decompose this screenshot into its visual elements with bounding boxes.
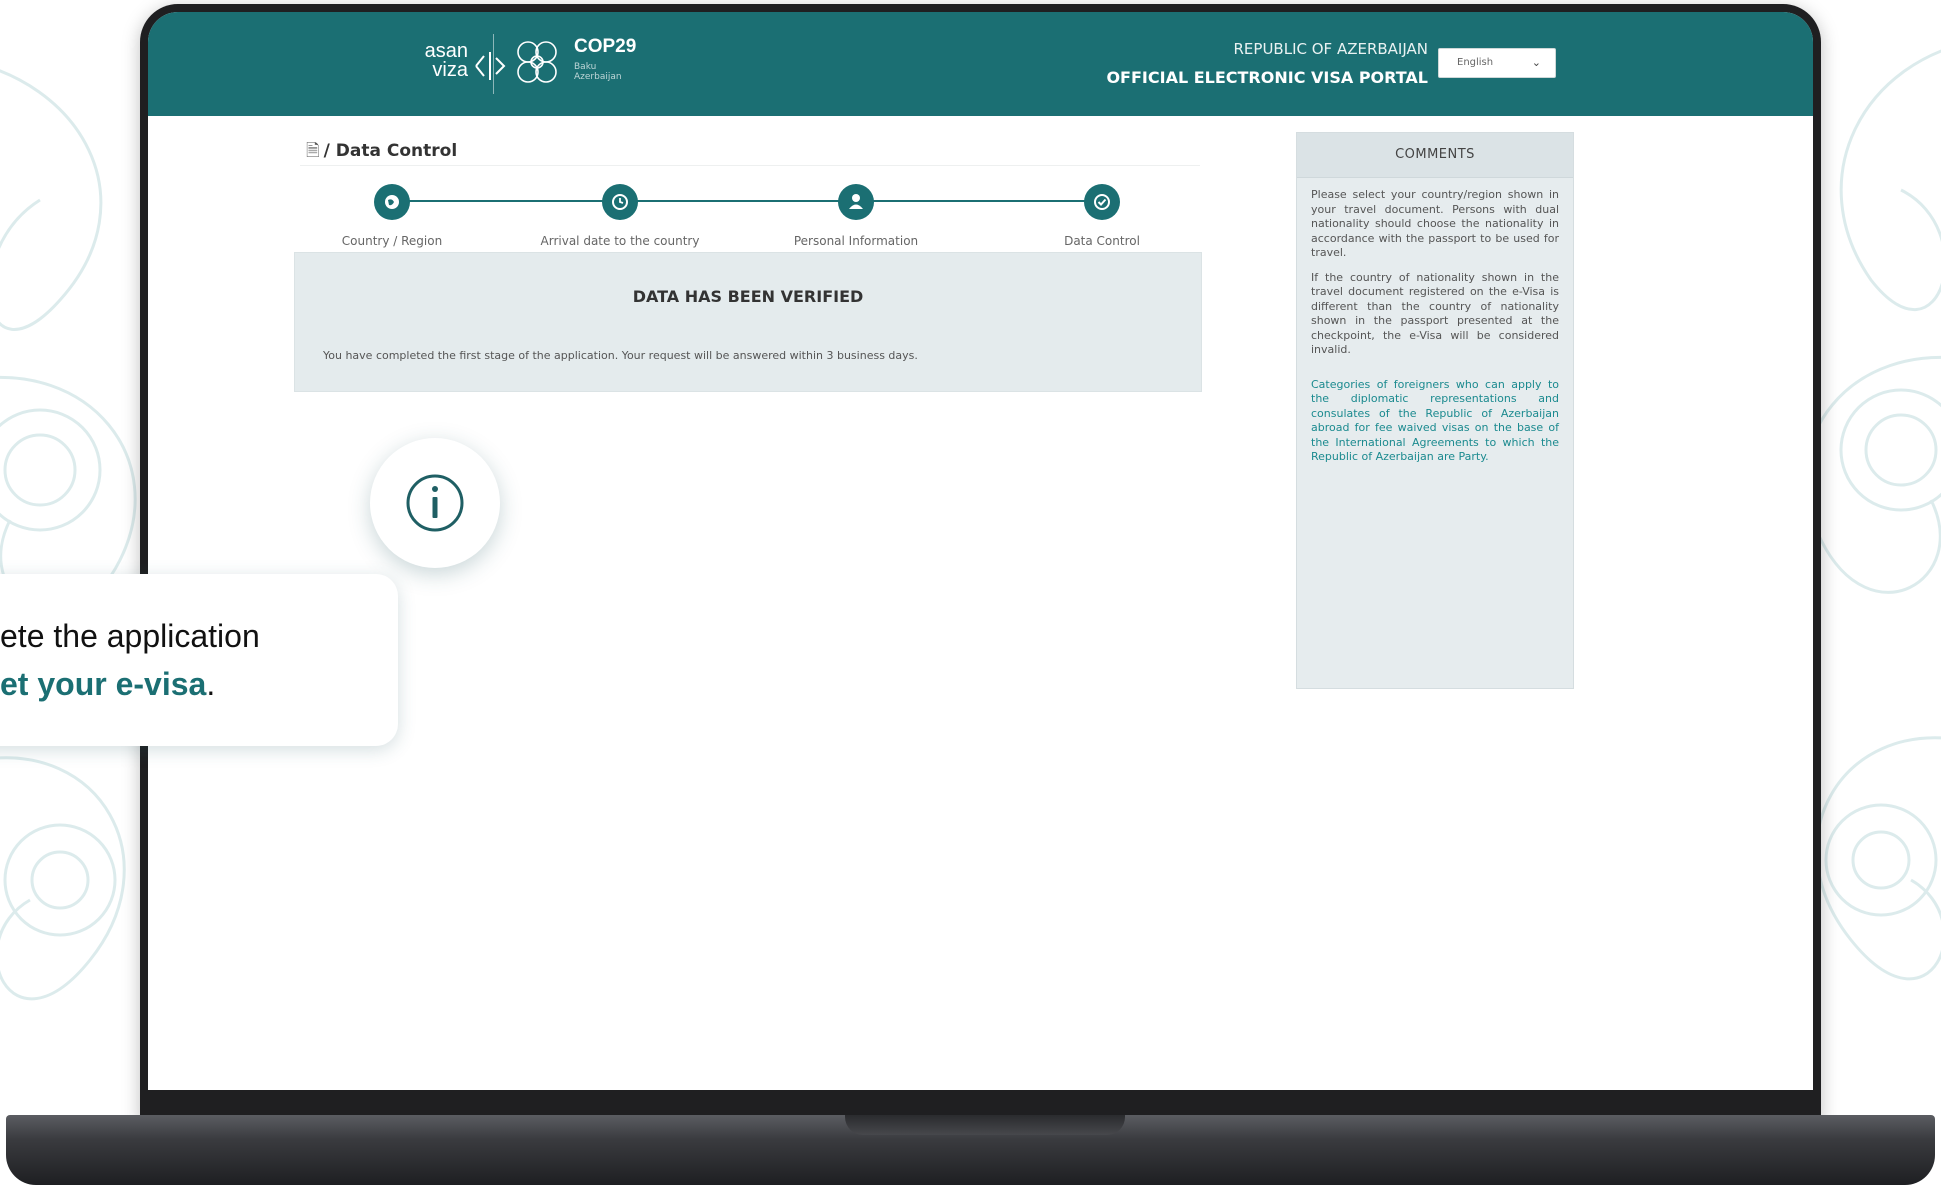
portal-subtitle: REPUBLIC OF AZERBAIJAN [1233,40,1429,58]
breadcrumb-label: / Data Control [323,141,458,161]
document-icon: 🗎 [306,141,320,161]
asan-logo-mark-icon [475,52,506,80]
portal-title: OFFICIAL ELECTRONIC VISA PORTAL [1106,68,1428,87]
step-user-icon[interactable] [838,184,874,220]
check-icon [1094,194,1110,210]
comments-paragraph: If the country of nationality shown in t… [1311,270,1559,357]
cop29-subtext: Baku Azerbaijan [574,62,622,82]
verification-panel: DATA HAS BEEN VERIFIED You have complete… [294,252,1202,392]
callout-tail: . [206,666,216,702]
globe-icon [385,195,399,209]
asan-viza-logo[interactable]: asan viza [378,41,506,92]
breadcrumb: 🗎 / Data Control [306,138,457,167]
verified-title: DATA HAS BEEN VERIFIED [632,287,864,306]
chevron-down-icon: ⌄ [1531,56,1541,69]
screen-bezel-bottom [148,1090,1813,1115]
step-label-arrival: Arrival date to the country [540,234,700,248]
comments-title: COMMENTS [1297,133,1573,178]
logo-viza-text: viza [432,59,468,81]
laptop-notch [845,1115,1125,1135]
verified-message: You have completed the first stage of th… [323,349,918,362]
step-label-personal: Personal Information [793,234,919,248]
progress-steps: Country / Region Arrival date to the cou… [300,182,1200,248]
info-bubble [370,438,500,568]
promo-callout: ete the application et your e-visa. [0,574,398,746]
user-icon [849,194,863,209]
language-select-value: English [1457,57,1494,68]
callout-highlight: et your e-visa [0,666,207,702]
language-select[interactable]: English ⌄ [1438,48,1556,78]
site-header: asan viza COP29 Baku Azerbaijan REPUBLIC… [148,12,1813,116]
cop29-logo: COP29 Baku Azerbaijan [508,34,636,96]
step-clock-icon[interactable] [602,184,638,220]
step-globe-icon[interactable] [374,184,410,220]
step-check-icon[interactable] [1084,184,1120,220]
cop29-emblem-icon [517,41,557,83]
cop29-text: COP29 [574,36,637,57]
step-label-country: Country / Region [341,234,443,248]
callout-text-line2: et your e-visa. [0,666,215,703]
callout-text-line1: ete the application [0,618,260,654]
info-icon [406,474,464,532]
divider [300,165,1200,166]
clock-icon [612,194,628,210]
logo-divider [493,34,494,94]
comments-panel: COMMENTS Please select your country/regi… [1296,132,1574,689]
comments-paragraph: Please select your country/region shown … [1311,188,1559,259]
step-label-data-control: Data Control [1064,234,1140,248]
fee-waived-visas-link[interactable]: Categories of foreigners who can apply t… [1311,378,1559,465]
progress-track [392,200,1102,202]
